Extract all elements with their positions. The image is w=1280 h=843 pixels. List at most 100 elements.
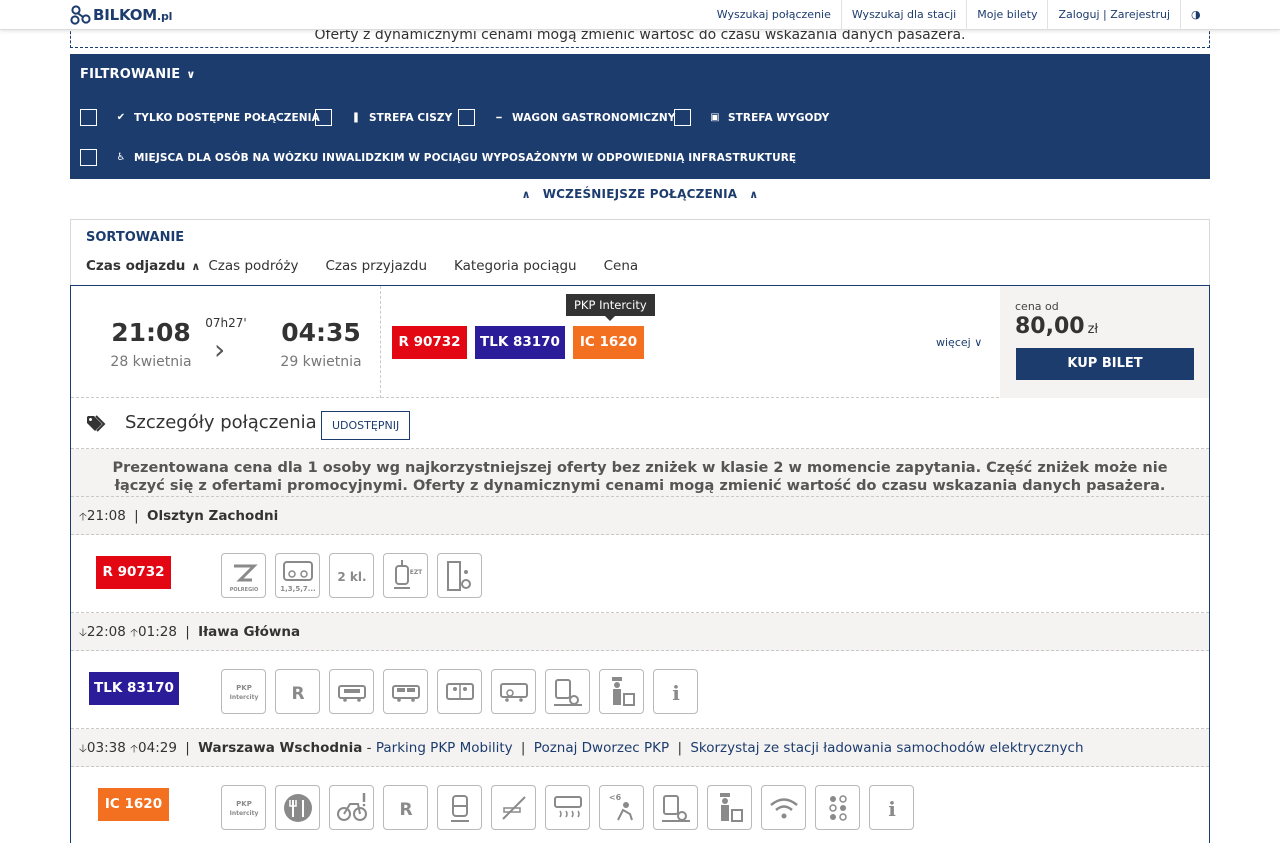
time-column: 21:08 28 kwietnia 07h27' › 04:35 29 kwie… <box>71 286 381 398</box>
link-poznaj-dworzec[interactable]: Poznaj Dworzec PKP <box>534 740 669 756</box>
travel-duration: 07h27' <box>205 316 247 330</box>
filter-wheelchair[interactable]: ♿ MIEJSCA DLA OSÓB NA WÓZKU INWALIDZKIM … <box>80 149 796 166</box>
train-segment-row: R 90732 POLREGIO 1,3,5,7... 2 kl. EZT <box>71 535 1209 613</box>
conductor-luggage-icon[interactable] <box>707 785 752 830</box>
pkp-intercity-logo-icon[interactable]: PKP Intercity <box>221 785 266 830</box>
train-badge-r[interactable]: R 90732 <box>392 326 467 359</box>
bilkom-logo-icon <box>70 5 91 25</box>
train-segment-row: IC 1620 PKP Intercity R <6 i <box>71 767 1209 843</box>
svg-text:Intercity: Intercity <box>229 810 258 817</box>
checkbox[interactable] <box>674 109 691 126</box>
bike-transport-icon[interactable]: 1,3,5,7... <box>275 553 320 598</box>
top-navigation: Wyszukaj połączenie Wyszukaj dla stacji … <box>707 0 1210 30</box>
train-badge-tlk[interactable]: TLK 83170 <box>475 326 565 359</box>
arrival-arrow-icon: 🡣 <box>79 626 87 639</box>
nav-search-connection[interactable]: Wyszukaj połączenie <box>707 0 841 30</box>
info-icon[interactable]: i <box>653 669 698 714</box>
sort-ascending-icon: ∧ <box>191 260 201 273</box>
contrast-toggle-icon[interactable]: ◑ <box>1180 0 1210 30</box>
polregio-logo-icon[interactable]: POLREGIO <box>221 553 266 598</box>
train-badge-ic[interactable]: IC 1620 <box>98 788 169 821</box>
no-smoking-icon[interactable] <box>491 785 536 830</box>
svg-text:2 kl.: 2 kl. <box>337 570 366 584</box>
nav-search-station[interactable]: Wyszukaj dla stacji <box>840 0 966 30</box>
checkbox[interactable] <box>80 109 97 126</box>
train-segment-row: TLK 83170 PKP Intercity R i <box>71 651 1209 729</box>
train-badge-tlk[interactable]: TLK 83170 <box>89 672 179 705</box>
wheelchair-lift-icon[interactable] <box>653 785 698 830</box>
pkp-intercity-logo-icon[interactable]: PKP Intercity <box>221 669 266 714</box>
chevron-up-icon: ∧ <box>749 188 759 201</box>
chevron-down-icon: ∨ <box>974 336 983 349</box>
svg-text:1,3,5,7...: 1,3,5,7... <box>280 585 315 593</box>
svg-text:R: R <box>291 684 304 704</box>
sleeper-icon[interactable] <box>383 669 428 714</box>
sort-price[interactable]: Cena <box>604 258 639 274</box>
nav-my-tickets[interactable]: Moje bilety <box>966 0 1047 30</box>
bike-warning-icon[interactable] <box>329 785 374 830</box>
price-value: 80,00 zł <box>1015 314 1099 339</box>
wheelchair-lift-icon[interactable] <box>545 669 590 714</box>
connection-summary[interactable]: 21:08 28 kwietnia 07h27' › 04:35 29 kwie… <box>71 286 1209 398</box>
ezt-train-icon[interactable]: EZT <box>383 553 428 598</box>
departure-arrow-icon: 🡡 <box>130 742 139 755</box>
price-box: cena od 80,00 zł KUP BILET <box>1000 286 1209 398</box>
svg-text:EZT: EZT <box>409 569 422 576</box>
earlier-connections-button[interactable]: ∧ WCZEŚNIEJSZE POŁĄCZENIA ∧ <box>70 187 1210 209</box>
chevron-down-icon: ∨ <box>186 68 196 81</box>
braille-icon[interactable] <box>815 785 860 830</box>
info-icon[interactable]: i <box>869 785 914 830</box>
reservation-icon[interactable]: R <box>383 785 428 830</box>
air-conditioning-icon[interactable] <box>545 785 590 830</box>
share-button[interactable]: UDOSTĘPNIJ <box>321 411 411 440</box>
sort-train-category[interactable]: Kategoria pociągu <box>454 258 577 274</box>
filter-comfort-zone[interactable]: ▣ STREFA WYGODY <box>674 109 829 126</box>
checkbox[interactable] <box>458 109 475 126</box>
child-seat-icon[interactable]: <6 <box>599 785 644 830</box>
station-name: Olsztyn Zachodni <box>146 508 279 524</box>
logo-text: BILKOM.pl <box>93 6 173 24</box>
filter-toggle[interactable]: FILTROWANIE ∨ <box>80 67 196 82</box>
checkbox[interactable] <box>315 109 332 126</box>
svg-text:POLREGIO: POLREGIO <box>229 587 258 593</box>
sort-arrival-time[interactable]: Czas przyjazdu <box>325 258 427 274</box>
more-link[interactable]: więcej ∨ <box>936 336 982 349</box>
sorting-panel: SORTOWANIE Czas odjazdu ∧ Czas podróży Cz… <box>70 219 1210 285</box>
quiet-zone-icon: ❚ <box>351 112 361 123</box>
sorting-title: SORTOWANIE <box>86 230 185 245</box>
sort-departure-time[interactable]: Czas odjazdu ∧ <box>86 258 200 274</box>
wifi-icon[interactable] <box>761 785 806 830</box>
station-row: 🡡21:08 | Olsztyn Zachodni <box>71 497 1209 535</box>
departure-arrow-icon: 🡡 <box>79 510 87 523</box>
link-parking-pkp-mobility[interactable]: Parking PKP Mobility <box>376 740 513 756</box>
link-ev-charging[interactable]: Skorzystaj ze stacji ładowania samochodó… <box>690 740 1083 756</box>
filter-quiet-zone[interactable]: ❚ STREFA CISZY <box>315 109 452 126</box>
train-badge-ic[interactable]: IC 1620 <box>573 326 644 359</box>
checkbox[interactable] <box>80 149 97 166</box>
sorting-options: Czas odjazdu ∧ Czas podróży Czas przyjazd… <box>86 258 665 274</box>
train-amenities: PKP Intercity R i <box>221 669 707 714</box>
wheelchair-door-icon[interactable] <box>437 553 482 598</box>
train-badge-r[interactable]: R 90732 <box>96 556 171 589</box>
station-name: Warszawa Wschodnia <box>198 740 363 756</box>
filter-restaurant-car[interactable]: ⎯ WAGON GASTRONOMICZNY <box>458 109 675 126</box>
restaurant-icon[interactable] <box>275 785 320 830</box>
reservation-icon[interactable]: R <box>275 669 320 714</box>
connection-details-header: Szczegóły połączenia UDOSTĘPNIJ <box>71 399 1209 449</box>
couchette-icon[interactable] <box>329 669 374 714</box>
top-bar: BILKOM.pl Wyszukaj połączenie Wyszukaj d… <box>0 0 1280 30</box>
details-title: Szczegóły połączenia <box>125 412 317 433</box>
cutlery-icon: ⎯ <box>496 112 502 123</box>
conductor-luggage-icon[interactable] <box>599 669 644 714</box>
buy-ticket-button[interactable]: KUP BILET <box>1016 348 1194 380</box>
bilkom-logo[interactable]: BILKOM.pl <box>70 4 172 26</box>
train-amenities: POLREGIO 1,3,5,7... 2 kl. EZT <box>221 553 491 598</box>
class-2-icon[interactable]: 2 kl. <box>329 553 374 598</box>
sort-travel-time[interactable]: Czas podróży <box>208 258 298 274</box>
filter-available-only[interactable]: ✔ TYLKO DOSTĘPNE POŁĄCZENIA <box>80 109 320 126</box>
nav-login-register[interactable]: Zaloguj | Zarejestruj <box>1047 0 1180 30</box>
compartment-icon[interactable] <box>437 669 482 714</box>
wheelchair-car-icon[interactable] <box>491 669 536 714</box>
check-icon: ✔ <box>116 112 126 123</box>
train-icon[interactable] <box>437 785 482 830</box>
